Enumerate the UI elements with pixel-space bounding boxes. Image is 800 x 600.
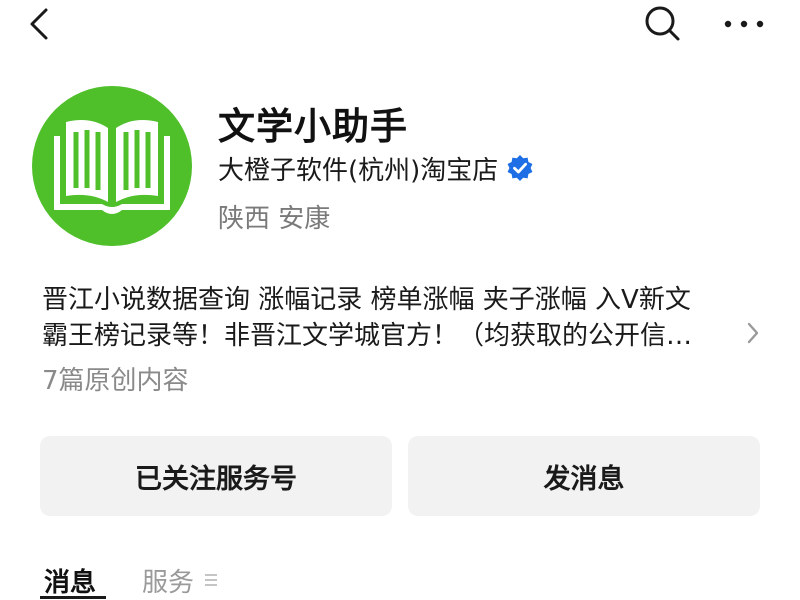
account-name: 文学小助手 [218, 105, 408, 148]
location: 陕西 安康 [218, 204, 331, 234]
description-line-2-wrap: 霸王榜记录等！非晋江文学城官方！（均获取的公开信… [42, 318, 752, 354]
more-button[interactable] [716, 2, 772, 46]
active-tab-indicator [40, 596, 106, 599]
chevron-right-icon [747, 322, 759, 344]
top-bar [0, 0, 800, 50]
send-message-button[interactable]: 发消息 [408, 436, 760, 516]
menu-lines-icon [205, 574, 217, 586]
open-book-icon [54, 120, 170, 214]
original-article-count[interactable]: 7篇原创内容 [42, 360, 189, 397]
account-profile-page: 文学小助手 大橙子软件(杭州)淘宝店 陕西 安康 晋江小说数据查询 涨幅记录 榜… [0, 0, 800, 600]
back-button[interactable] [22, 2, 62, 46]
search-icon [645, 6, 680, 41]
search-button[interactable] [640, 2, 686, 46]
description-line-2: 霸王榜记录等！非晋江文学城官方！（均获取的公开信… [42, 321, 693, 351]
owner-row[interactable]: 大橙子软件(杭州)淘宝店 [218, 150, 534, 186]
owner-name: 大橙子软件(杭州)淘宝店 [218, 155, 499, 186]
tab-services[interactable]: 服务 [142, 562, 194, 599]
avatar[interactable] [32, 86, 192, 246]
followed-button[interactable]: 已关注服务号 [40, 436, 392, 516]
chevron-left-icon [30, 8, 48, 40]
description-line-1: 晋江小说数据查询 涨幅记录 榜单涨幅 夹子涨幅 入V新文 [42, 285, 691, 315]
expand-description-button[interactable] [742, 320, 764, 346]
more-horizontal-icon [724, 20, 764, 28]
account-description[interactable]: 晋江小说数据查询 涨幅记录 榜单涨幅 夹子涨幅 入V新文 霸王榜记录等！非晋江文… [42, 282, 752, 354]
verified-badge-icon [506, 154, 534, 182]
tab-messages[interactable]: 消息 [44, 562, 96, 599]
content-tabs: 消息 服务 [0, 556, 800, 600]
